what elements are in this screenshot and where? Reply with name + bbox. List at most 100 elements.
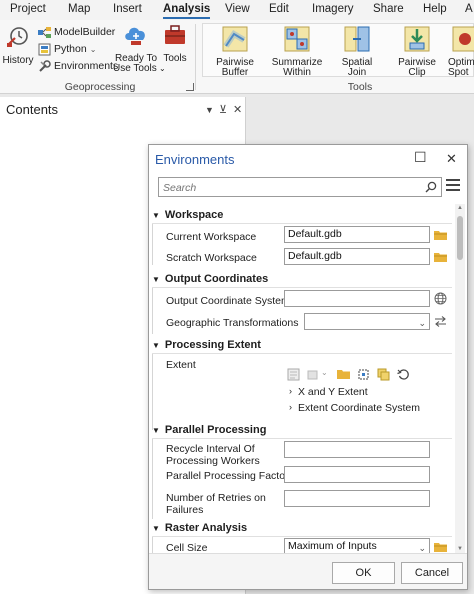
current-workspace-field[interactable]: Default.gdb (284, 226, 430, 243)
chevron-down-icon: ▼ (152, 340, 160, 350)
pairwise-buffer-icon (222, 26, 248, 52)
scrollbar-thumb[interactable] (457, 216, 463, 260)
history-button[interactable]: History (2, 24, 34, 66)
environments-button[interactable]: Environments (38, 58, 118, 74)
vertical-scrollbar[interactable]: ▲ ▼ (455, 204, 465, 553)
tab-help[interactable]: Help (423, 3, 447, 15)
section-output-coordinates[interactable]: ▼ Output Coordinates (152, 273, 268, 285)
folder-icon[interactable] (434, 252, 447, 262)
chevron-down-icon: ▼ (152, 274, 160, 284)
output-coordinate-system-field[interactable] (284, 290, 430, 307)
optimized-hot-spot-button[interactable]: Optim Spot (448, 26, 474, 79)
globe-icon[interactable] (434, 292, 447, 305)
dialog-footer: OK Cancel (149, 553, 467, 589)
scroll-down-icon[interactable]: ▼ (457, 546, 463, 552)
intersection-extent-icon[interactable] (377, 368, 390, 381)
chevron-right-icon: › (289, 402, 292, 412)
environments-label: Environments (54, 60, 119, 72)
chevron-down-icon: ▼ (152, 210, 160, 220)
section-processing-extent[interactable]: ▼ Processing Extent (152, 339, 261, 351)
pairwise-buffer-button[interactable]: Pairwise Buffer (210, 26, 260, 79)
section-workspace[interactable]: ▼ Workspace (152, 209, 223, 221)
scratch-workspace-field[interactable]: Default.gdb (284, 248, 430, 265)
python-button[interactable]: Python ⌄ (38, 41, 96, 57)
scroll-up-icon[interactable]: ▲ (457, 205, 463, 211)
spatial-join-label-2: Join (347, 67, 367, 78)
pin-icon[interactable]: ⊻ (219, 103, 227, 116)
current-display-extent-icon[interactable] (357, 368, 370, 381)
section-indent-bar (152, 354, 153, 430)
section-divider (152, 438, 452, 439)
folder-icon[interactable] (337, 368, 350, 381)
tab-map[interactable]: Map (68, 3, 90, 15)
environments-dialog: Environments ☐ ✕ ▼ Workspace Current Wor… (148, 144, 468, 590)
tab-imagery[interactable]: Imagery (312, 3, 354, 15)
ok-button[interactable]: OK (332, 562, 395, 584)
close-icon[interactable]: ✕ (446, 151, 457, 167)
ready-to-use-tools-button[interactable]: Ready To Use Tools ⌄ (113, 22, 166, 75)
modelbuilder-button[interactable]: ModelBuilder (38, 24, 115, 40)
search-input[interactable] (163, 180, 413, 195)
tab-analysis[interactable]: Analysis (163, 3, 211, 19)
dialog-launcher-icon[interactable] (186, 83, 194, 91)
section-workspace-label: Workspace (164, 209, 224, 221)
extent-coordinate-system-label: Extent Coordinate System (298, 402, 420, 414)
modelbuilder-label: ModelBuilder (54, 26, 116, 38)
recycle-interval-label: Recycle Interval Of Processing Workers (166, 443, 260, 467)
retries-label-line-2: Failures (166, 504, 204, 516)
pairwise-buffer-label-2: Buffer (221, 67, 249, 78)
tab-share[interactable]: Share (373, 3, 404, 15)
reset-icon[interactable] (397, 368, 410, 381)
search-icon[interactable] (425, 181, 437, 193)
tools-label: Tools (163, 52, 187, 64)
ribbon-separator (195, 24, 196, 90)
summarize-within-icon (284, 26, 310, 52)
clear-extent-icon[interactable] (287, 368, 300, 381)
parallel-processing-factor-field[interactable] (284, 466, 430, 483)
ready-to-use-label-2: Use Tools (113, 63, 157, 74)
environments-icon (39, 59, 51, 72)
recycle-interval-field[interactable] (284, 441, 430, 458)
folder-icon[interactable] (434, 230, 447, 240)
folder-icon[interactable] (434, 542, 447, 552)
spatial-join-button[interactable]: Spatial Join (334, 26, 380, 79)
summarize-within-button[interactable]: Summarize Within (270, 26, 324, 79)
section-indent-bar (152, 537, 153, 553)
ribbon-tab-bar: Project Map Insert Analysis View Edit Im… (0, 0, 474, 20)
cell-size-dropdown[interactable]: Maximum of Inputs ⌄ (284, 538, 430, 553)
section-divider (152, 536, 452, 537)
tab-more[interactable]: A (465, 3, 473, 15)
transformation-arrows-icon[interactable] (434, 316, 447, 327)
tools-group-label: Tools (347, 81, 373, 93)
tab-project[interactable]: Project (10, 3, 46, 15)
ribbon: History ModelBuilder Python ⌄ Environmen… (0, 20, 474, 94)
pairwise-clip-button[interactable]: Pairwise Clip (393, 26, 441, 79)
retries-label: Number of Retries on Failures (166, 492, 266, 516)
close-icon[interactable]: ✕ (233, 103, 242, 116)
environment-settings-list: ▼ Workspace Current Workspace Default.gd… (149, 204, 469, 553)
geographic-transformations-dropdown[interactable]: ⌄ (304, 313, 430, 330)
chevron-down-icon: ⌄ (89, 44, 97, 54)
retries-field[interactable] (284, 490, 430, 507)
cloud-tools-icon (125, 27, 145, 45)
tab-insert[interactable]: Insert (113, 3, 142, 15)
menu-icon[interactable] (446, 179, 460, 193)
chevron-right-icon: › (289, 386, 292, 396)
search-box[interactable] (158, 177, 442, 197)
maximize-icon[interactable]: ☐ (414, 149, 427, 166)
tab-view[interactable]: View (225, 3, 250, 15)
cancel-button[interactable]: Cancel (401, 562, 463, 584)
tab-edit[interactable]: Edit (269, 3, 289, 15)
contents-title: Contents (6, 102, 59, 117)
section-raster-analysis[interactable]: ▼ Raster Analysis (152, 522, 247, 534)
pane-options-chevron-icon[interactable]: ▼ (205, 105, 214, 115)
chevron-down-icon: ▼ (152, 425, 160, 435)
tools-button[interactable]: Tools (161, 22, 189, 64)
section-divider (152, 287, 452, 288)
chevron-down-icon[interactable]: ⌄ (321, 368, 328, 377)
section-parallel-processing[interactable]: ▼ Parallel Processing (152, 424, 266, 436)
extent-coordinate-system-item[interactable]: › Extent Coordinate System (289, 402, 420, 414)
pairwise-clip-icon (404, 26, 430, 52)
extent-layers-icon[interactable] (307, 368, 320, 381)
xy-extent-item[interactable]: › X and Y Extent (289, 386, 368, 398)
